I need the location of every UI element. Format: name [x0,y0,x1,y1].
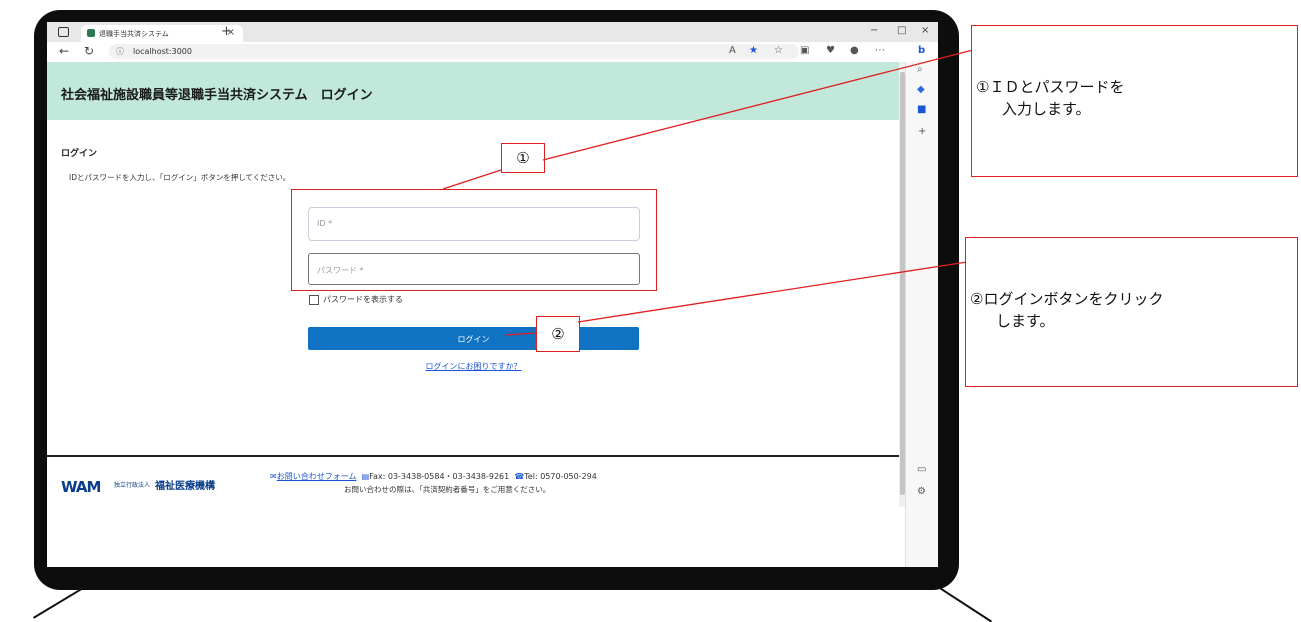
monitor-stand-right [938,587,992,622]
tab-title: 退職手当共済システム [99,30,169,38]
callout-step-1: ①ＩＤとパスワードを 入力します。 [971,25,1298,177]
read-aloud-icon[interactable]: A [729,45,736,56]
page-header: 社会福祉施設職員等退職手当共済システム ログイン [47,62,899,120]
logo-subtitle: 独立行政法人 [114,482,151,489]
contact-form-link[interactable]: お問い合わせフォーム [277,472,357,481]
edge-sidebar: ⌕ ◆ ■ + ▭ ⚙ [905,62,938,567]
logo-org-name: 福祉医療機構 [155,481,215,492]
search-icon[interactable]: ⌕ [917,64,923,75]
maximize-button[interactable]: □ [897,25,906,36]
marker-2: ② [536,316,580,352]
wam-logo: WAM [61,478,101,496]
login-button-label: ログイン [457,335,490,344]
back-icon[interactable]: ← [59,44,69,58]
window-close-button[interactable]: × [921,25,929,36]
contact-line: ✉お問い合わせフォーム ▤Fax: 03-3438-0584・03-3438-9… [270,471,597,482]
monitor-stand-left [33,586,86,619]
favicon-icon [87,29,95,37]
show-password-checkbox[interactable] [309,295,319,305]
minimize-button[interactable]: − [870,25,878,36]
bing-chat-icon[interactable]: b [918,45,925,56]
callout-2-line1: ②ログインボタンをクリック [970,290,1164,308]
fax-icon: ▤ [361,472,370,481]
browser-window: 退職手当共済システム × + − □ × ← ↻ ⓘ localhost:300… [47,22,938,567]
login-button[interactable]: ログイン [308,327,639,350]
shopping-icon[interactable]: ◆ [917,84,925,95]
phone-icon: ☎ [514,472,525,481]
tab-actions-icon[interactable] [58,27,69,37]
refresh-icon[interactable]: ↻ [84,44,94,58]
callout-1-line1: ①ＩＤとパスワードを [976,78,1125,96]
show-password-label[interactable]: パスワードを表示する [323,294,403,305]
page-header-title: 社会福祉施設職員等退職手当共済システム ログイン [61,88,373,103]
page-footer: WAM 独立行政法人 福祉医療機構 ✉お問い合わせフォーム ▤Fax: 03-3… [47,455,899,509]
browser-tab[interactable]: 退職手当共済システム × [81,25,243,42]
callout-2-line2: します。 [996,312,1055,330]
callout-1-line2: 入力します。 [1002,100,1091,118]
marker-1: ① [501,143,545,173]
tel-text: Tel: 0570-050-294 [524,472,597,481]
fax-text: Fax: 03-3438-0584・03-3438-9261 [369,472,510,481]
credentials-highlight-box [291,189,657,291]
add-icon[interactable]: + [918,126,926,137]
url-field[interactable]: ⓘ localhost:3000 [109,44,799,59]
tab-bar: 退職手当共済システム × + − □ × [47,22,938,42]
instruction-text: IDとパスワードを入力し、「ログイン」ボタンを押してください。 [69,173,291,182]
profile-icon[interactable]: ● [850,45,859,56]
favorite-star-icon[interactable]: ★ [749,45,758,56]
info-icon: ⓘ [116,47,124,56]
outlook-icon[interactable]: ■ [917,104,926,115]
address-bar-row: ← ↻ ⓘ localhost:3000 A ★ ☆ ▣ ♥ ● ⋯ b [47,42,938,63]
mail-icon: ✉ [270,472,277,481]
login-help-link[interactable]: ログインにお困りですか？ [308,361,639,372]
settings-gear-icon[interactable]: ⚙ [917,486,926,497]
favorites-list-icon[interactable]: ☆ [774,45,783,56]
contact-notice: お問い合わせの際は、「共済契約者番号」をご用意ください。 [344,485,551,494]
new-tab-button[interactable]: + [221,24,232,39]
more-menu-icon[interactable]: ⋯ [875,45,885,56]
sidebar-panel-icon[interactable]: ▭ [917,464,926,475]
url-text: localhost:3000 [133,47,192,56]
callout-step-2: ②ログインボタンをクリック します。 [965,237,1298,387]
health-heart-icon[interactable]: ♥ [826,45,835,56]
section-title: ログイン [61,149,98,159]
collections-icon[interactable]: ▣ [800,45,809,56]
